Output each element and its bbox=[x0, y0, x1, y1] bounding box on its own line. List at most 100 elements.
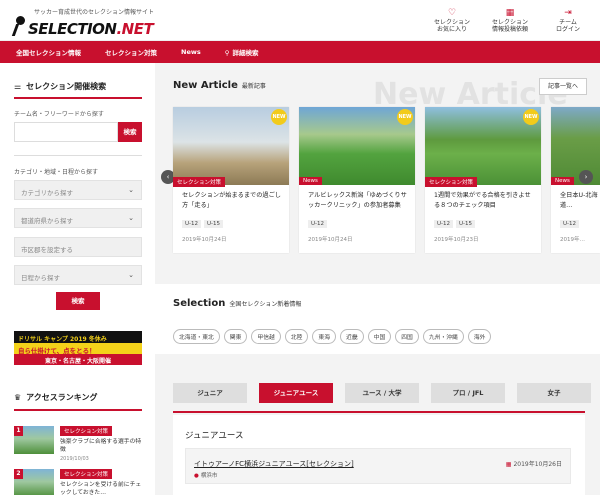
city-select[interactable]: 市区郡を設定する bbox=[14, 237, 142, 257]
tab-pro-jfl[interactable]: プロ / JFL bbox=[431, 383, 505, 403]
favorites-button[interactable]: ♡ セレクション お気に入り bbox=[430, 8, 474, 33]
post-request-label-2: 情報投稿依頼 bbox=[491, 26, 528, 33]
camp-banner[interactable]: ドリサル キャンプ 2019 冬休み 自ら仕掛けて、点をとる！ 東京・名古屋・大… bbox=[14, 331, 142, 365]
banner-line-1: ドリサル キャンプ 2019 冬休み bbox=[14, 331, 142, 343]
main-content: New Article New Article 最新記事 記事一覧へ ‹ NEW … bbox=[155, 63, 600, 495]
ranking-number: 2 bbox=[14, 469, 23, 479]
filter-search-button[interactable]: 検索 bbox=[56, 292, 100, 310]
selection-panel: Selection 全国セレクション新着情報 北海道・東北 関東 甲信越 北陸 東… bbox=[155, 284, 600, 354]
article-tags: U-12 U-15 bbox=[182, 220, 224, 228]
article-title: 1週間で効果がでる合格を引きよせる８つのチェック項目 bbox=[434, 192, 531, 209]
tab-junior-youth[interactable]: ジュニアユース bbox=[259, 383, 333, 403]
selection-heading: Selection 全国セレクション新着情報 bbox=[173, 298, 301, 309]
region-chip[interactable]: 北海道・東北 bbox=[173, 329, 220, 344]
article-list-button[interactable]: 記事一覧へ bbox=[539, 78, 587, 95]
nav-selection-tips[interactable]: セレクション対策 bbox=[105, 47, 157, 57]
ranking-date: 2019/10/03 bbox=[60, 456, 89, 462]
article-date: 2019年10月24日 bbox=[308, 237, 353, 243]
divider bbox=[14, 155, 142, 156]
category-tabs: ジュニア ジュニアユース ユース / 大学 プロ / JFL 女子 bbox=[173, 383, 591, 403]
chevron-right-icon: › bbox=[584, 173, 588, 181]
calendar-icon: ▦ bbox=[505, 461, 512, 468]
region-chip[interactable]: 九州・沖縄 bbox=[422, 329, 464, 344]
article-category-badge: News bbox=[299, 177, 322, 185]
keyword-input[interactable] bbox=[14, 122, 118, 142]
article-date: 2019年… bbox=[560, 237, 585, 243]
event-date-text: 2019年10月26日 bbox=[513, 461, 562, 468]
sidebar: ⚌ セレクション開催検索 チーム名・フリーワードから探す 検索 カテゴリ・地域・日… bbox=[0, 63, 155, 495]
banner-line-2: 自ら仕掛けて、点をとる！ bbox=[14, 343, 142, 355]
nav-news[interactable]: News bbox=[181, 48, 201, 56]
panel-title: ジュニアユース bbox=[185, 431, 244, 441]
nav-advanced-search[interactable]: ⚲ 詳細検索 bbox=[225, 47, 259, 57]
ranking-title-underline bbox=[14, 409, 142, 411]
login-icon: ⇥ bbox=[564, 8, 572, 18]
event-location: ● 横浜市 bbox=[194, 471, 217, 479]
date-select-value: 日程から探す bbox=[21, 274, 60, 282]
chevron-down-icon: ⌄ bbox=[128, 214, 134, 222]
search-section-title: ⚌ セレクション開催検索 bbox=[14, 81, 106, 92]
article-card[interactable]: NEW セレクション対策 1週間で効果がでる合格を引きよせる８つのチェック項目 … bbox=[425, 107, 541, 253]
ranking-category-badge: セレクション対策 bbox=[60, 426, 113, 436]
region-chip[interactable]: 四国 bbox=[395, 329, 419, 344]
player-silhouette-icon bbox=[11, 24, 29, 36]
article-card[interactable]: NEW セレクション対策 セレクションが始まるまでの過ごし方「走る」 U-12 … bbox=[173, 107, 289, 253]
new-article-title: New Article bbox=[173, 80, 238, 91]
selection-event-row[interactable]: イトゥアーノFC横浜ジュニアユース[セレクション] ▦ 2019年10月26日 ●… bbox=[185, 448, 571, 484]
new-badge: NEW bbox=[397, 109, 413, 125]
article-tags: U-12 bbox=[308, 220, 328, 228]
article-card[interactable]: News 全日本U-北海道… U-12 2019年… bbox=[551, 107, 600, 253]
chevron-down-icon: ⌄ bbox=[128, 271, 134, 279]
article-card[interactable]: NEW News アルビレックス新潟「ゆめづくりサッカークリニック」の参加者募集… bbox=[299, 107, 415, 253]
selection-title: Selection bbox=[173, 298, 226, 309]
ranking-item[interactable]: 2 セレクション対策 セレクションを受ける前にチェックしておきた… bbox=[14, 469, 142, 495]
crown-icon: ♛ bbox=[14, 393, 22, 402]
header-actions: ♡ セレクション お気に入り ▦ セレクション 情報投稿依頼 ⇥ チーム ログイ… bbox=[430, 8, 590, 33]
region-chip[interactable]: 甲信越 bbox=[251, 329, 281, 344]
event-date: ▦ 2019年10月26日 bbox=[506, 459, 562, 468]
region-chip[interactable]: 東海 bbox=[312, 329, 337, 344]
article-tags: U-12 bbox=[560, 220, 580, 228]
favorites-label-1: セレクション bbox=[433, 19, 470, 26]
post-request-button[interactable]: ▦ セレクション 情報投稿依頼 bbox=[488, 8, 532, 33]
tab-junior[interactable]: ジュニア bbox=[173, 383, 247, 403]
main-nav: 全国セレクション情報 セレクション対策 News ⚲ 詳細検索 bbox=[0, 41, 600, 63]
age-tag: U-12 bbox=[560, 220, 580, 228]
nav-advanced-search-label: 詳細検索 bbox=[232, 49, 259, 57]
article-title: 全日本U-北海道… bbox=[560, 192, 598, 209]
article-date: 2019年10月24日 bbox=[182, 237, 227, 243]
prefecture-select[interactable]: 都道府県から探す ⌄ bbox=[14, 208, 142, 228]
keyword-search-button[interactable]: 検索 bbox=[118, 122, 142, 142]
favorites-label-2: お気に入り bbox=[436, 26, 467, 33]
event-title-link[interactable]: イトゥアーノFC横浜ジュニアユース[セレクション] bbox=[194, 459, 354, 469]
search-title-underline bbox=[14, 97, 142, 99]
ranking-section-title: ♛ アクセスランキング bbox=[14, 392, 98, 403]
ranking-item[interactable]: 1 セレクション対策 強豪クラブに合格する選手の特徴 2019/10/03 bbox=[14, 426, 142, 462]
tab-youth-university[interactable]: ユース / 大学 bbox=[345, 383, 419, 403]
tab-underline bbox=[173, 411, 585, 413]
heart-icon: ♡ bbox=[447, 8, 457, 18]
team-login-button[interactable]: ⇥ チーム ログイン bbox=[546, 8, 590, 33]
new-article-heading: New Article 最新記事 bbox=[173, 80, 266, 91]
tab-women[interactable]: 女子 bbox=[517, 383, 591, 403]
nav-national-selection[interactable]: 全国セレクション情報 bbox=[16, 47, 81, 57]
ranking-section-title-text: アクセスランキング bbox=[26, 393, 98, 402]
prefecture-select-value: 都道府県から探す bbox=[21, 217, 73, 225]
team-login-label-1: チーム bbox=[559, 19, 577, 26]
date-select[interactable]: 日程から探す ⌄ bbox=[14, 265, 142, 285]
article-category-badge: セレクション対策 bbox=[425, 177, 478, 187]
region-chip[interactable]: 近畿 bbox=[340, 329, 364, 344]
article-title: アルビレックス新潟「ゆめづくりサッカークリニック」の参加者募集 bbox=[308, 192, 407, 209]
region-chip[interactable]: 北陸 bbox=[284, 329, 309, 344]
ranking-title: 強豪クラブに合格する選手の特徴 bbox=[60, 439, 142, 453]
team-login-label-2: ログイン bbox=[555, 26, 580, 33]
region-chip[interactable]: 関東 bbox=[223, 329, 248, 344]
category-select[interactable]: カテゴリから探す ⌄ bbox=[14, 180, 142, 200]
region-chip[interactable]: 海外 bbox=[467, 329, 492, 344]
carousel-next-button[interactable]: › bbox=[579, 170, 593, 184]
age-tag: U-12 bbox=[308, 220, 328, 228]
category-select-value: カテゴリから探す bbox=[21, 189, 73, 197]
region-chip[interactable]: 中国 bbox=[367, 329, 392, 344]
map-pin-icon: ● bbox=[194, 473, 199, 479]
region-filter: 北海道・東北 関東 甲信越 北陸 東海 近畿 中国 四国 九州・沖縄 海外 bbox=[173, 329, 492, 344]
